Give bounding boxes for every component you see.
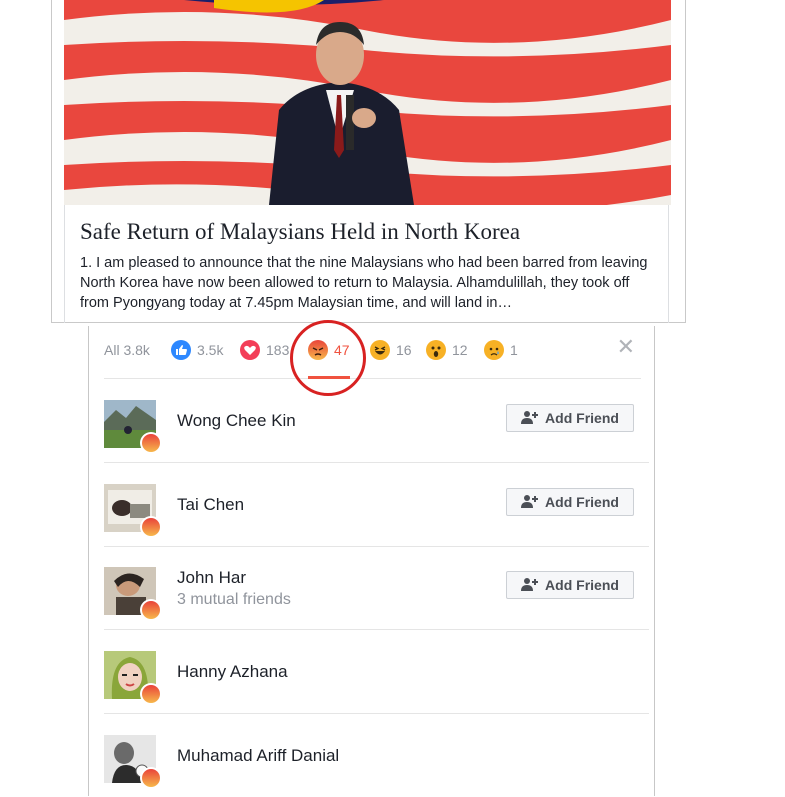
angry-icon [140,516,162,538]
person-name[interactable]: Wong Chee Kin [177,411,296,431]
add-person-icon [521,494,539,511]
haha-icon [370,340,390,360]
mutual-friends[interactable]: 3 mutual friends [177,591,291,609]
article-image[interactable] [64,0,671,205]
tab-haha-count: 16 [396,342,412,358]
list-item: Hanny Azhana [104,630,649,714]
add-person-icon [521,577,539,594]
speaker-photo [64,0,671,205]
angry-icon [140,432,162,454]
tab-haha[interactable]: 16 [370,339,412,361]
tab-love[interactable]: 183 [240,339,289,361]
tab-like[interactable]: 3.5k [171,339,223,361]
add-friend-button[interactable]: Add Friend [506,488,634,516]
like-icon [171,340,191,360]
list-item: Tai Chen Add Friend [104,463,649,547]
angry-icon [140,683,162,705]
link-preview-card[interactable]: Safe Return of Malaysians Held in North … [51,0,686,323]
sad-icon [484,340,504,360]
add-person-icon [521,410,539,427]
reactions-dialog: All 3.8k 3.5k 183 47 16 12 1 ✕ Wong Chee… [88,326,655,796]
tab-sad-count: 1 [510,342,518,358]
angry-icon [140,599,162,621]
add-friend-label: Add Friend [545,494,619,510]
add-friend-button[interactable]: Add Friend [506,404,634,432]
person-name[interactable]: John Har [177,568,246,588]
person-name[interactable]: Hanny Azhana [177,662,288,682]
tab-wow-count: 12 [452,342,468,358]
article-text[interactable]: Safe Return of Malaysians Held in North … [64,205,669,323]
person-name[interactable]: Tai Chen [177,495,244,515]
tab-wow[interactable]: 12 [426,339,468,361]
list-item: Wong Chee Kin Add Friend [104,379,649,463]
add-friend-label: Add Friend [545,410,619,426]
article-title[interactable]: Safe Return of Malaysians Held in North … [80,219,520,245]
wow-icon [426,340,446,360]
add-friend-label: Add Friend [545,577,619,593]
close-icon[interactable]: ✕ [617,336,635,358]
add-friend-button[interactable]: Add Friend [506,571,634,599]
tab-angry-count: 47 [334,342,350,358]
tab-all-label: All 3.8k [104,342,150,358]
tab-all[interactable]: All 3.8k [104,339,150,361]
person-name[interactable]: Muhamad Ariff Danial [177,746,339,766]
reaction-tabs: All 3.8k 3.5k 183 47 16 12 1 ✕ [104,326,641,379]
tab-love-count: 183 [266,342,290,358]
tab-sad[interactable]: 1 [484,339,518,361]
love-icon [240,340,260,360]
list-item: John Har 3 mutual friends Add Friend [104,546,649,630]
tab-angry[interactable]: 47 [308,339,350,361]
tab-like-count: 3.5k [197,342,224,358]
angry-icon [308,340,328,360]
angry-icon [140,767,162,789]
article-description: 1. I am pleased to announce that the nin… [80,255,648,311]
